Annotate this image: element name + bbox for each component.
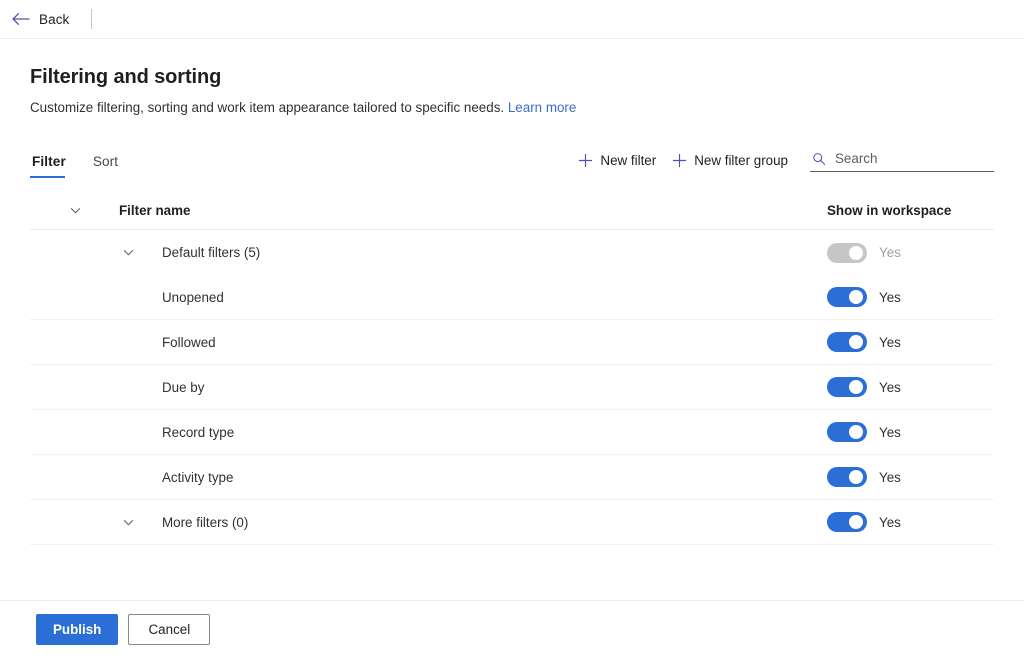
table-row[interactable]: Activity type Yes xyxy=(30,455,994,500)
toggle-state-label: Yes xyxy=(879,469,901,485)
filters-table: Filter name Show in workspace Default fi… xyxy=(30,192,994,545)
toggle-state-label: Yes xyxy=(879,334,901,350)
row-toggle-cell: Yes xyxy=(824,377,994,397)
plus-icon xyxy=(672,153,687,168)
back-label: Back xyxy=(39,11,70,27)
show-in-workspace-toggle[interactable] xyxy=(827,422,867,442)
show-in-workspace-toggle xyxy=(827,242,867,263)
learn-more-link[interactable]: Learn more xyxy=(508,100,576,115)
row-name-cell: Followed xyxy=(30,335,824,350)
show-in-workspace-toggle[interactable] xyxy=(827,512,867,532)
row-name-cell: Activity type xyxy=(30,470,824,485)
column-header-show-in-workspace: Show in workspace xyxy=(827,203,952,218)
arrow-left-icon xyxy=(12,12,30,26)
row-label: Record type xyxy=(162,424,235,440)
toolbar-divider xyxy=(91,9,93,29)
tab-filter[interactable]: Filter xyxy=(30,154,75,178)
show-in-workspace-toggle[interactable] xyxy=(827,377,867,397)
row-label: Activity type xyxy=(162,469,234,485)
row-toggle-cell: Yes xyxy=(824,422,994,442)
search-icon xyxy=(812,152,826,166)
back-button[interactable]: Back xyxy=(10,8,77,31)
search-input[interactable] xyxy=(835,151,992,166)
row-toggle-cell: Yes xyxy=(824,242,994,263)
new-filter-label: New filter xyxy=(600,153,657,168)
toggle-state-label: Yes xyxy=(879,424,901,440)
toggle-state-label: Yes xyxy=(879,245,901,260)
table-row[interactable]: Unopened Yes xyxy=(30,275,994,320)
show-in-workspace-toggle[interactable] xyxy=(827,332,867,352)
new-filter-group-label: New filter group xyxy=(694,153,788,168)
table-row[interactable]: Followed Yes xyxy=(30,320,994,365)
tabs-and-commands-bar: Filter Sort New filter New filter group … xyxy=(30,142,994,178)
page-subtitle-text: Customize filtering, sorting and work it… xyxy=(30,100,505,115)
row-label: Followed xyxy=(162,334,216,350)
column-header-filter-name: Filter name xyxy=(30,203,824,218)
table-row[interactable]: Default filters (5) Yes xyxy=(30,230,994,275)
show-in-workspace-toggle[interactable] xyxy=(827,467,867,487)
table-row[interactable]: Record type Yes xyxy=(30,410,994,455)
row-label: Default filters (5) xyxy=(162,245,261,260)
plus-icon xyxy=(578,153,593,168)
row-label: More filters (0) xyxy=(162,514,249,530)
table-row[interactable]: Due by Yes xyxy=(30,365,994,410)
top-command-bar: Back xyxy=(0,0,1024,39)
chevron-down-icon[interactable] xyxy=(120,246,136,259)
toggle-state-label: Yes xyxy=(879,289,901,305)
row-toggle-cell: Yes xyxy=(824,287,994,307)
page-title: Filtering and sorting xyxy=(30,66,222,88)
filtering-and-sorting-page: Back Filtering and sorting Customize fil… xyxy=(0,0,1024,658)
tab-list: Filter Sort xyxy=(30,142,143,178)
row-toggle-cell: Yes xyxy=(824,332,994,352)
tab-sort[interactable]: Sort xyxy=(91,154,127,178)
toggle-state-label: Yes xyxy=(879,514,901,530)
row-label: Unopened xyxy=(162,289,224,305)
row-name-cell: Record type xyxy=(30,425,824,440)
row-name-cell: More filters (0) xyxy=(30,515,824,530)
chevron-down-icon[interactable] xyxy=(60,204,90,217)
row-toggle-cell: Yes xyxy=(824,467,994,487)
footer-action-bar: Publish Cancel xyxy=(0,600,1024,658)
publish-button[interactable]: Publish xyxy=(36,614,119,645)
row-name-cell: Due by xyxy=(30,380,824,395)
main-content: Filtering and sorting Customize filterin… xyxy=(0,39,1024,600)
row-label: Due by xyxy=(162,379,205,395)
page-subtitle: Customize filtering, sorting and work it… xyxy=(30,100,994,115)
toggle-state-label: Yes xyxy=(879,379,901,395)
row-toggle-cell: Yes xyxy=(824,512,994,532)
table-header-row: Filter name Show in workspace xyxy=(30,192,994,230)
row-name-cell: Unopened xyxy=(30,290,824,305)
cancel-button[interactable]: Cancel xyxy=(128,614,211,645)
row-name-cell: Default filters (5) xyxy=(30,245,824,260)
new-filter-group-button[interactable]: New filter group xyxy=(666,149,798,172)
command-bar: New filter New filter group xyxy=(572,149,994,178)
chevron-down-icon[interactable] xyxy=(120,516,136,529)
new-filter-button[interactable]: New filter xyxy=(572,149,666,172)
column-header-filter-name-label: Filter name xyxy=(119,203,191,218)
search-box[interactable] xyxy=(810,149,994,172)
show-in-workspace-toggle[interactable] xyxy=(827,287,867,307)
table-row[interactable]: More filters (0) Yes xyxy=(30,500,994,545)
